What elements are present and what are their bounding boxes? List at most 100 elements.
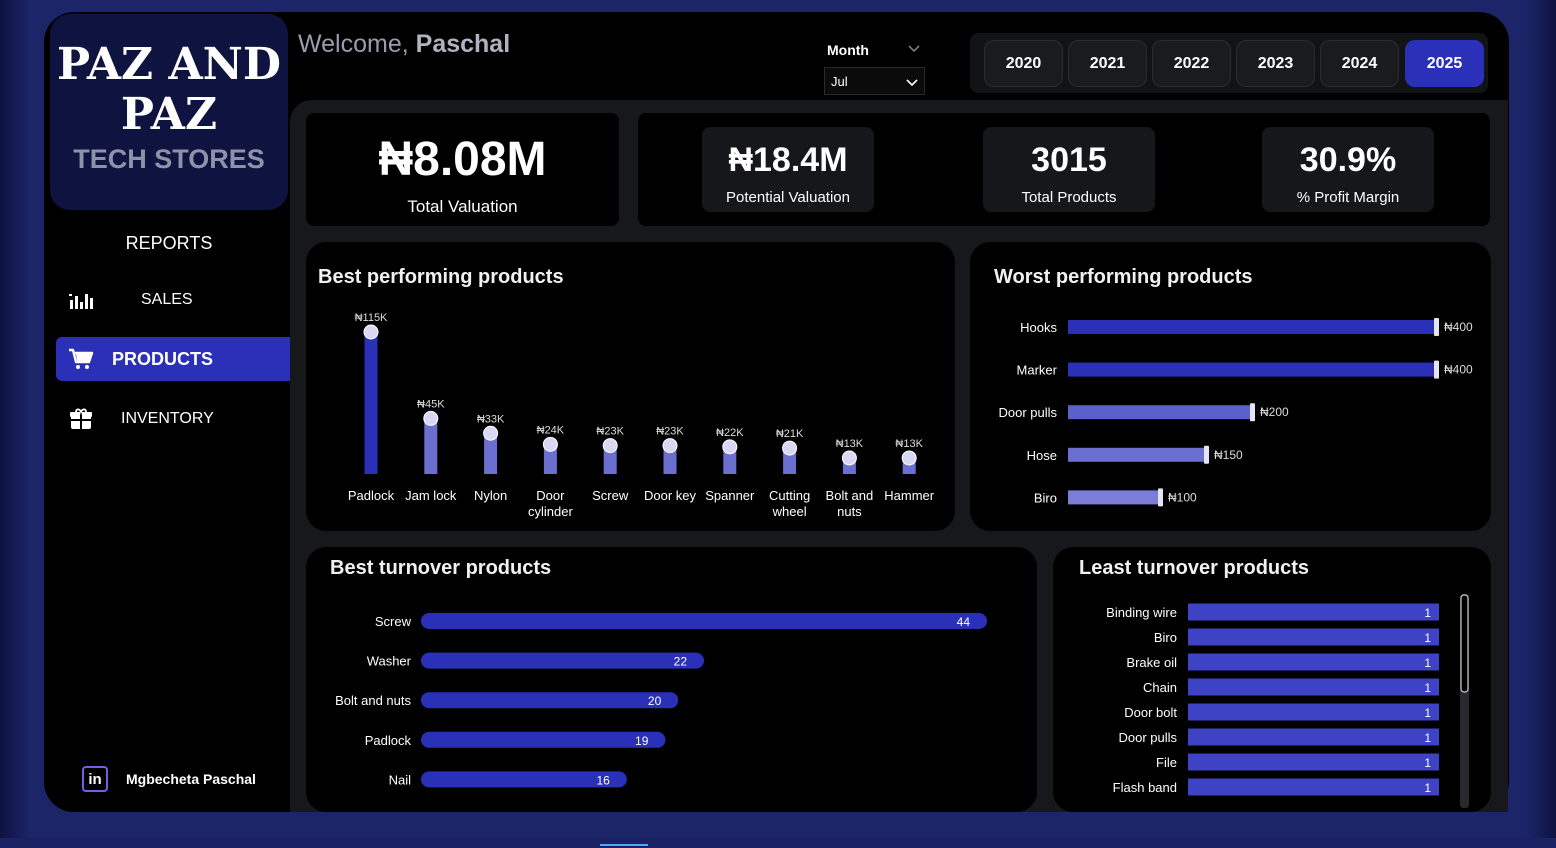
- nav-item-sales[interactable]: SALES: [56, 278, 296, 322]
- year-button-2020[interactable]: 2020: [984, 40, 1063, 87]
- logo: PAZ AND PAZ TECH STORES: [50, 14, 288, 210]
- kpi-potential-valuation-value: ₦18.4M: [728, 141, 848, 179]
- chevron-down-icon: [906, 79, 918, 87]
- kpi-total-valuation-value: ₦8.08M: [378, 133, 547, 186]
- worst-performing-title: Worst performing products: [994, 266, 1253, 288]
- linkedin-icon[interactable]: in: [82, 766, 108, 792]
- best-performing-chart: ₦115K Padlock ₦45K Jam lock ₦33K Nylon ₦24K Doo…: [348, 312, 935, 519]
- month-filter-label: Month: [827, 42, 869, 58]
- nav-item-products[interactable]: PRODUCTS: [56, 337, 296, 381]
- data-label: 1: [1424, 681, 1431, 695]
- category-label: Washer: [367, 654, 412, 669]
- kpi-total-valuation-label: Total Valuation: [407, 197, 518, 216]
- bar: [1188, 628, 1439, 646]
- category-label: Door key: [644, 488, 697, 503]
- data-label: ₦100: [1168, 490, 1197, 504]
- bar: [1188, 703, 1439, 721]
- best-performing-title: Best performing products: [318, 266, 564, 288]
- bar: [1068, 362, 1436, 377]
- category-label: Brake oil: [1126, 655, 1177, 670]
- category-label: Spanner: [705, 488, 755, 503]
- category-label: Biro: [1034, 490, 1057, 505]
- worst-performing-chart: Hooks ₦400 Marker ₦400 Door pulls ₦200 Hose ₦15…: [998, 318, 1473, 507]
- bar: [1188, 653, 1439, 671]
- category-label: Biro: [1154, 630, 1177, 645]
- kpi-potential-valuation-card: ₦18.4M Potential Valuation: [702, 127, 874, 212]
- year-button-2025[interactable]: 2025: [1405, 40, 1484, 87]
- data-label: 1: [1424, 656, 1431, 670]
- scrollbar-thumb[interactable]: [1460, 594, 1469, 693]
- month-dropdown[interactable]: Jul: [824, 67, 925, 95]
- category-label: Nail: [389, 772, 412, 787]
- data-label: ₦33K: [477, 413, 505, 425]
- category-label: File: [1156, 755, 1177, 770]
- data-label: ₦24K: [537, 424, 565, 436]
- category-label: Screw: [592, 488, 629, 503]
- category-label: nuts: [837, 504, 862, 519]
- bar: [421, 652, 704, 669]
- data-label: ₦13K: [836, 438, 864, 450]
- bar-marker: [542, 436, 558, 452]
- bar-marker: [363, 324, 379, 340]
- taskbar-indicator: [600, 844, 648, 846]
- month-dropdown-value: Jul: [831, 73, 848, 89]
- category-label: Flash band: [1113, 780, 1177, 795]
- chevron-down-icon[interactable]: [906, 40, 922, 56]
- bar-marker: [901, 450, 917, 466]
- bar-end-marker: [1158, 488, 1163, 507]
- kpi-total-products-value: 3015: [1031, 141, 1107, 179]
- logo-subtitle: TECH STORES: [73, 144, 265, 174]
- kpi-total-products-label: Total Products: [1021, 189, 1117, 206]
- author-name: Mgbecheta Paschal: [126, 771, 256, 787]
- bar: [421, 692, 679, 709]
- data-label: ₦200: [1260, 405, 1289, 419]
- bar: [1188, 603, 1439, 621]
- data-label: ₦45K: [417, 398, 445, 410]
- kpi-profit-margin-label: % Profit Margin: [1296, 189, 1400, 206]
- data-label: 1: [1424, 731, 1431, 745]
- data-label: 1: [1424, 631, 1431, 645]
- kpi-potential-valuation-label: Potential Valuation: [726, 189, 850, 206]
- reports-heading: REPORTS: [125, 233, 213, 253]
- category-label: Hooks: [1020, 320, 1057, 335]
- cart-icon: [69, 348, 94, 369]
- kpi-profit-margin-value: 30.9%: [1299, 141, 1397, 179]
- author-credit[interactable]: in Mgbecheta Paschal: [82, 766, 256, 792]
- category-label: Screw: [375, 614, 412, 629]
- nav-label-sales: SALES: [141, 291, 193, 308]
- bar: [1188, 678, 1439, 696]
- year-button-2022[interactable]: 2022: [1152, 40, 1231, 87]
- bar-marker: [662, 438, 678, 454]
- category-label: Binding wire: [1106, 605, 1177, 620]
- data-label: ₦23K: [596, 426, 624, 438]
- logo-title: PAZ AND PAZ: [50, 40, 288, 140]
- category-label: Hammer: [884, 488, 935, 503]
- bar-marker: [841, 450, 857, 466]
- nav-item-inventory[interactable]: INVENTORY: [56, 397, 296, 441]
- category-label: Bolt and nuts: [335, 693, 411, 708]
- bar-marker: [722, 439, 738, 455]
- kpi-total-products-card: 3015 Total Products: [983, 127, 1155, 212]
- logo-title-line1: PAZ AND: [57, 39, 281, 90]
- bar-marker: [483, 425, 499, 441]
- bar-end-marker: [1434, 318, 1439, 336]
- year-button-2021[interactable]: 2021: [1068, 40, 1147, 87]
- bar: [421, 731, 666, 748]
- data-label: 16: [596, 773, 610, 787]
- bar: [1068, 490, 1160, 505]
- year-button-2024[interactable]: 2024: [1320, 40, 1399, 87]
- nav-label-inventory: INVENTORY: [121, 410, 214, 427]
- data-label: 22: [674, 655, 688, 669]
- data-label: 1: [1424, 756, 1431, 770]
- welcome-prefix: Welcome,: [298, 30, 409, 58]
- category-label: Door pulls: [998, 405, 1057, 420]
- category-label: Cutting: [769, 488, 810, 503]
- taskbar-strip: [0, 838, 1556, 848]
- data-label: ₦23K: [656, 426, 684, 438]
- least-turnover-chart: Binding wire 1 Biro 1 Brake oil 1 Chain 1 Door b…: [1106, 594, 1469, 808]
- category-label: Bolt and: [826, 488, 874, 503]
- category-label: Padlock: [365, 733, 412, 748]
- data-label: 44: [957, 615, 971, 629]
- bar-end-marker: [1434, 360, 1439, 379]
- year-button-2023[interactable]: 2023: [1236, 40, 1315, 87]
